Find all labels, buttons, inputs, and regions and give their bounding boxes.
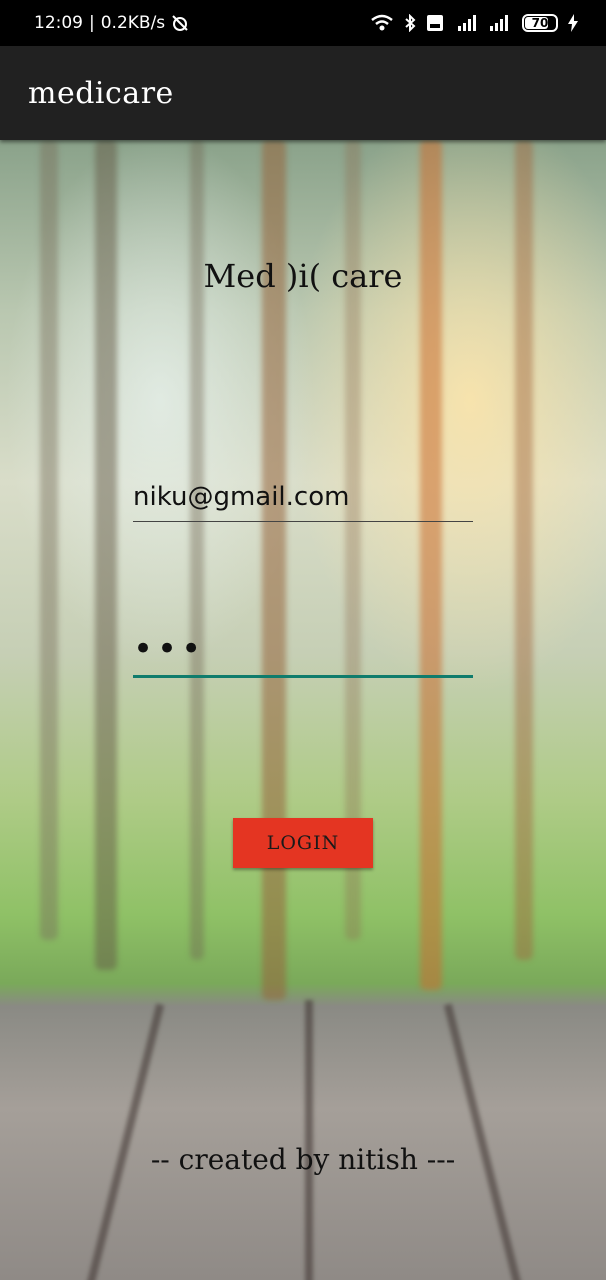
login-button[interactable]: LOGIN (233, 818, 373, 868)
signal-icon (488, 14, 512, 32)
bluetooth-icon (404, 14, 416, 32)
separator: | (89, 13, 95, 33)
signal-4g-icon (454, 14, 478, 32)
wifi-icon (370, 14, 394, 32)
alarm-off-icon (171, 14, 189, 32)
app-bar: medicare (0, 46, 606, 140)
volte-icon (426, 14, 444, 32)
network-speed: 0.2KB/s (100, 13, 166, 33)
charging-icon (568, 14, 578, 32)
footer-credit: -- created by nitish --- (150, 1143, 456, 1176)
battery-level: 70 (531, 16, 549, 30)
password-field[interactable] (133, 626, 473, 678)
battery-icon: 70 (522, 14, 558, 32)
brand-title: Med )i( care (203, 257, 403, 295)
login-screen: Med )i( care LOGIN -- created by nitish … (0, 140, 606, 1280)
status-time: 12:09 (34, 13, 83, 33)
status-bar: 12:09 | 0.2KB/s 70 (0, 0, 606, 46)
app-title: medicare (28, 75, 174, 111)
email-field[interactable] (133, 476, 473, 522)
